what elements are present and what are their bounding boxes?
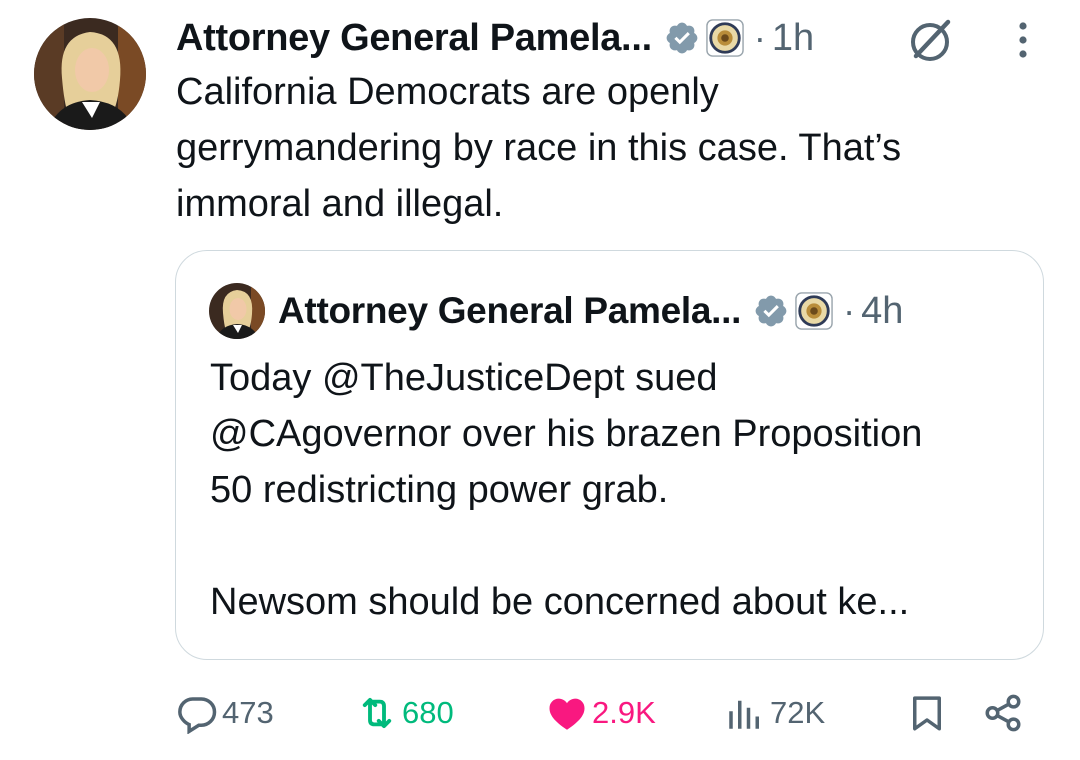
quoted-author-avatar — [209, 283, 265, 339]
repost-button[interactable]: 680 — [356, 686, 454, 740]
share-icon — [985, 694, 1021, 732]
reply-icon — [178, 697, 217, 734]
reply-count: 473 — [222, 695, 274, 730]
view-count: 72K — [770, 695, 826, 730]
tweet-time[interactable]: 1h — [772, 17, 814, 60]
views-button[interactable]: 72K — [724, 686, 825, 740]
tweet-header: Attorney General Pamela... · 1h — [176, 16, 815, 60]
like-button[interactable]: 2.9K — [546, 686, 656, 740]
like-icon — [549, 698, 585, 730]
quoted-tweet-time: 4h — [861, 289, 904, 332]
repost-count: 680 — [402, 695, 454, 730]
verified-badge-icon — [755, 295, 787, 327]
bookmark-icon — [913, 696, 941, 731]
share-button[interactable] — [982, 686, 1024, 740]
bookmark-button[interactable] — [906, 686, 948, 740]
more-icon[interactable] — [1008, 18, 1038, 62]
repost-icon — [362, 697, 392, 729]
quoted-tweet-text: Today @TheJusticeDept sued @CAgovernor o… — [210, 357, 923, 623]
quoted-tweet-header: Attorney General Pamela... · 4h — [278, 289, 904, 332]
author-name[interactable]: Attorney General Pamela... — [176, 17, 652, 60]
author-avatar[interactable] — [34, 18, 146, 130]
tweet-text: California Democrats are openly gerryman… — [176, 71, 902, 225]
like-count: 2.9K — [592, 695, 656, 730]
reply-button[interactable]: 473 — [176, 686, 274, 740]
verified-badge-icon[interactable] — [664, 20, 700, 56]
views-icon — [729, 700, 759, 729]
doj-seal-icon — [795, 292, 833, 330]
doj-seal-icon — [706, 19, 744, 57]
quoted-author-name: Attorney General Pamela... — [278, 290, 742, 331]
grok-icon[interactable] — [904, 14, 956, 66]
action-bar: 473 680 2.9K 72K — [176, 686, 1036, 740]
